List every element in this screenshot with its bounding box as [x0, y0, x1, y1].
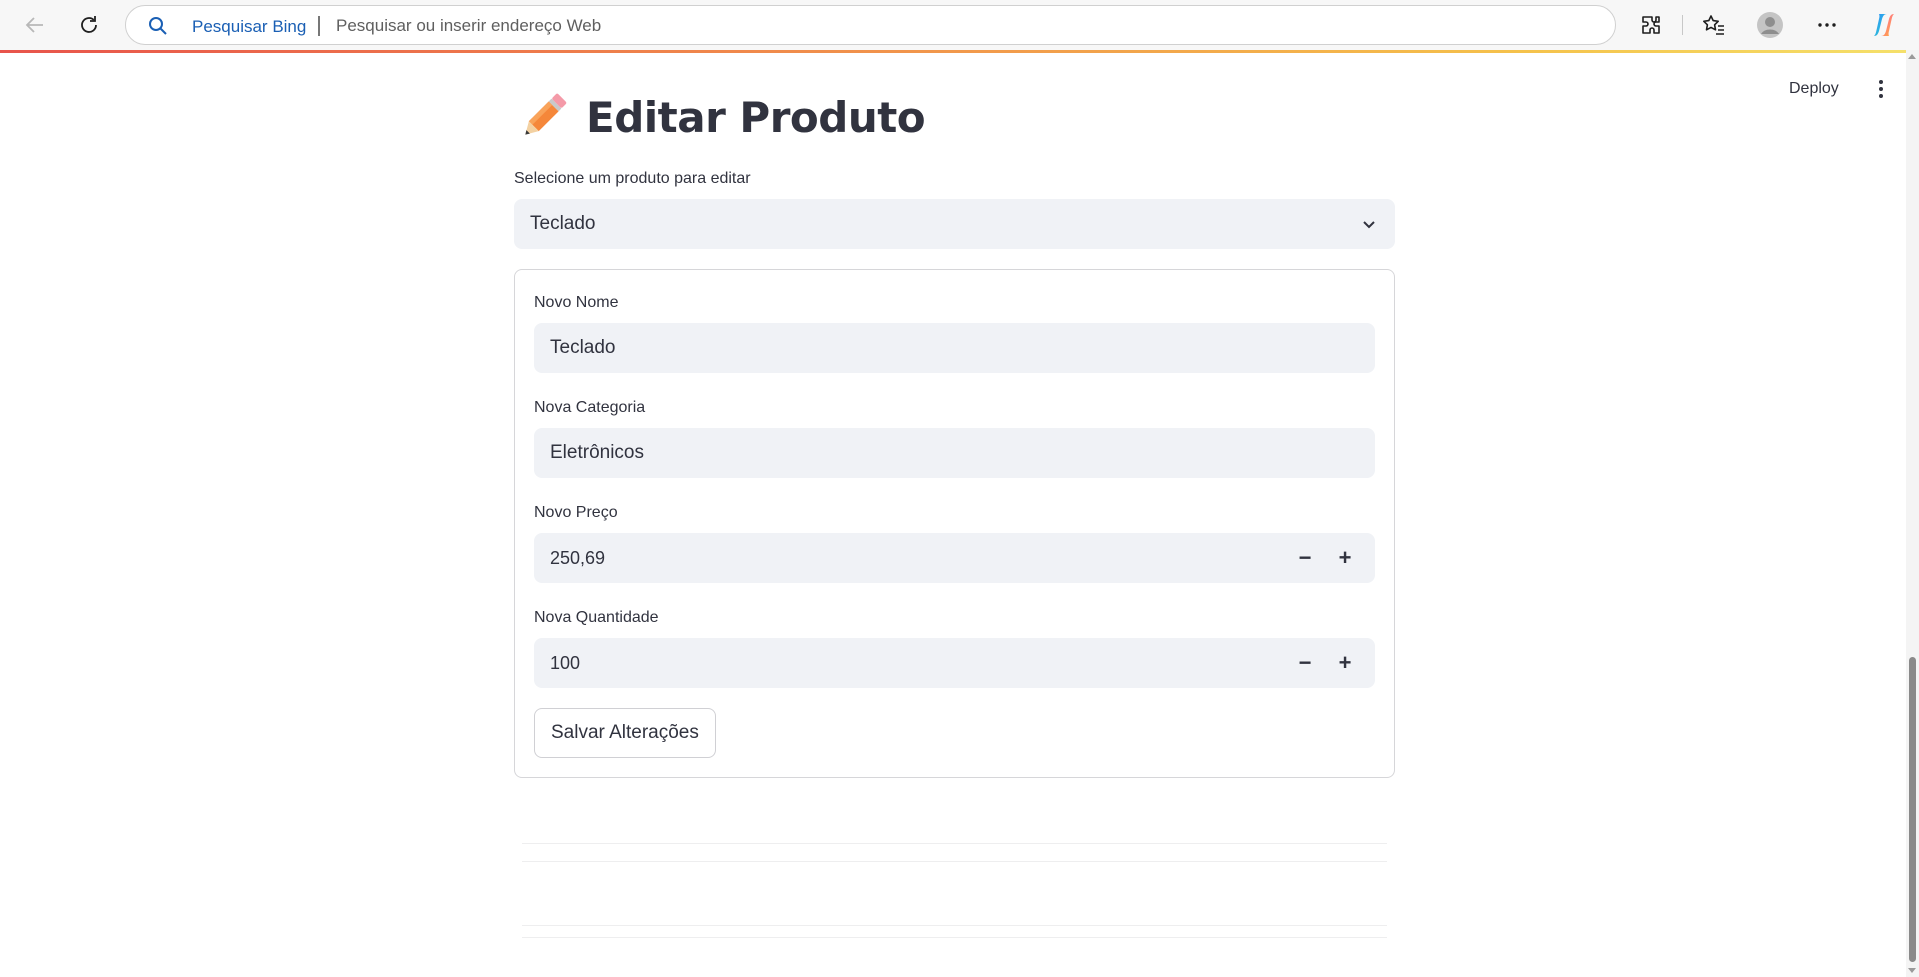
back-arrow-icon[interactable] — [19, 9, 51, 41]
search-engine-label: Pesquisar Bing — [192, 17, 307, 36]
more-icon[interactable] — [1811, 9, 1843, 41]
address-separator — [318, 16, 320, 36]
address-bar[interactable]: Pesquisar Bing — [125, 5, 1616, 45]
chevron-down-icon — [1363, 221, 1375, 229]
refresh-icon[interactable] — [73, 9, 105, 41]
extensions-icon[interactable] — [1635, 9, 1667, 41]
page-load-gradient — [0, 50, 1906, 53]
divider — [522, 861, 1387, 862]
product-select[interactable]: Teclado — [514, 199, 1395, 249]
price-decrement-button[interactable]: − — [1286, 538, 1324, 578]
page-title-text: Editar Produto — [586, 92, 926, 142]
name-label: Novo Nome — [534, 294, 619, 311]
divider — [522, 843, 1387, 844]
quantity-label: Nova Quantidade — [534, 609, 659, 626]
select-product-label: Selecione um produto para editar — [514, 170, 751, 187]
quantity-increment-button[interactable]: + — [1326, 643, 1364, 683]
divider — [522, 937, 1387, 938]
scroll-up-icon[interactable] — [1908, 54, 1916, 59]
quantity-input[interactable] — [534, 638, 1274, 688]
save-changes-button[interactable]: Salvar Alterações — [534, 708, 716, 758]
toolbar-divider — [1682, 15, 1683, 35]
quantity-decrement-button[interactable]: − — [1286, 643, 1324, 683]
category-input[interactable] — [534, 428, 1375, 478]
pencil-icon — [525, 93, 567, 135]
address-input[interactable] — [336, 13, 1536, 39]
price-increment-button[interactable]: + — [1326, 538, 1364, 578]
product-select-value: Teclado — [530, 213, 596, 234]
price-stepper: − + — [534, 533, 1375, 583]
scroll-thumb[interactable] — [1909, 657, 1916, 962]
price-input[interactable] — [534, 533, 1274, 583]
deploy-button[interactable]: Deploy — [1783, 74, 1845, 104]
scroll-down-icon[interactable] — [1908, 968, 1916, 973]
profile-icon[interactable] — [1754, 9, 1786, 41]
search-icon — [148, 16, 168, 41]
quantity-stepper: − + — [534, 638, 1375, 688]
copilot-icon[interactable] — [1868, 9, 1900, 41]
browser-toolbar: Pesquisar Bing — [0, 0, 1919, 50]
favorites-icon[interactable] — [1698, 9, 1730, 41]
page-title: Editar Produto — [518, 88, 926, 146]
category-label: Nova Categoria — [534, 399, 646, 416]
page-scrollbar[interactable] — [1906, 50, 1919, 977]
divider — [522, 925, 1387, 926]
main-menu-icon[interactable] — [1869, 74, 1893, 104]
price-label: Novo Preço — [534, 504, 618, 521]
name-input[interactable] — [534, 323, 1375, 373]
